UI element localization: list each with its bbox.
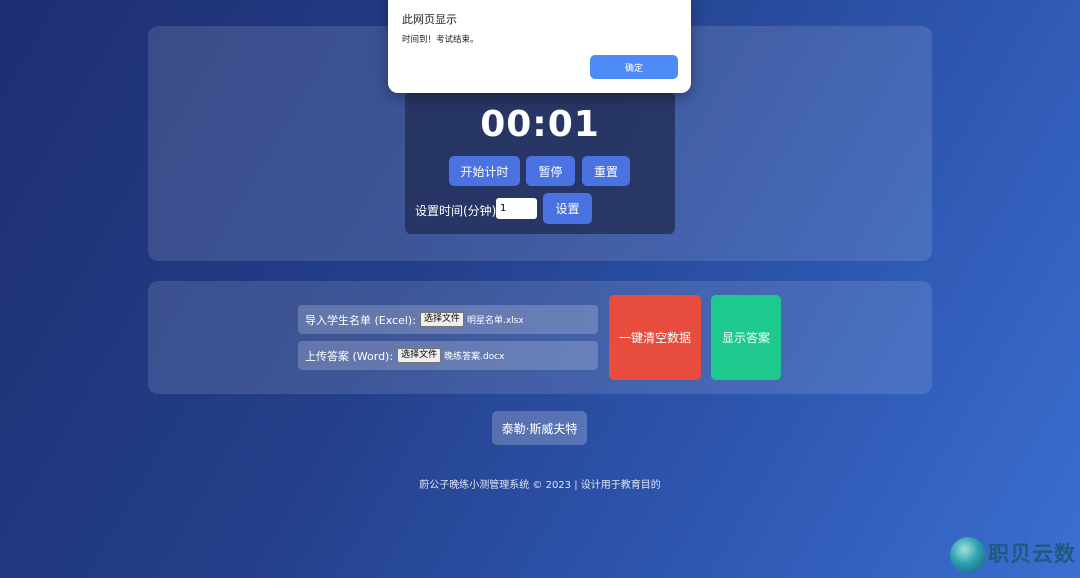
pause-button[interactable]: 暂停 <box>526 156 575 186</box>
footer-text: 蔚公子晚练小测管理系统 © 2023 | 设计用于教育目的 <box>419 480 661 491</box>
excel-choose-file-button[interactable]: 选择文件 <box>419 312 464 327</box>
reset-button[interactable]: 重置 <box>582 156 630 186</box>
word-upload-row: 上传答案 (Word): 选择文件 晚练答案.docx <box>298 341 598 370</box>
set-time-label: 设置时间(分钟): <box>415 204 501 218</box>
minutes-input[interactable] <box>496 198 537 219</box>
excel-file-name: 明星名单.xlsx <box>466 316 524 326</box>
dialog-title: 此网页显示 <box>402 13 457 26</box>
excel-import-row: 导入学生名单 (Excel): 选择文件 明星名单.xlsx <box>298 305 598 334</box>
import-panel <box>148 281 932 394</box>
dialog-message: 时间到！考试结束。 <box>402 35 479 45</box>
start-timer-button[interactable]: 开始计时 <box>449 156 520 186</box>
watermark-text: 职贝云数 <box>988 542 1076 566</box>
timer-display: 00:01 <box>480 104 600 145</box>
word-choose-file-button[interactable]: 选择文件 <box>397 348 442 363</box>
excel-import-label: 导入学生名单 (Excel): <box>305 313 416 327</box>
watermark-logo: 职贝云数 <box>950 535 1080 578</box>
alert-dialog: 此网页显示 时间到！考试结束。 确定 <box>388 0 691 93</box>
show-answer-button[interactable]: 显示答案 <box>711 295 781 380</box>
set-time-button[interactable]: 设置 <box>543 193 592 224</box>
word-file-name: 晚练答案.docx <box>444 352 505 362</box>
word-upload-label: 上传答案 (Word): <box>305 349 394 363</box>
clear-data-button[interactable]: 一键清空数据 <box>609 295 701 380</box>
globe-logo-icon <box>950 537 986 573</box>
student-name-button[interactable]: 泰勒·斯威夫特 <box>492 411 587 445</box>
dialog-ok-button[interactable]: 确定 <box>590 55 678 79</box>
